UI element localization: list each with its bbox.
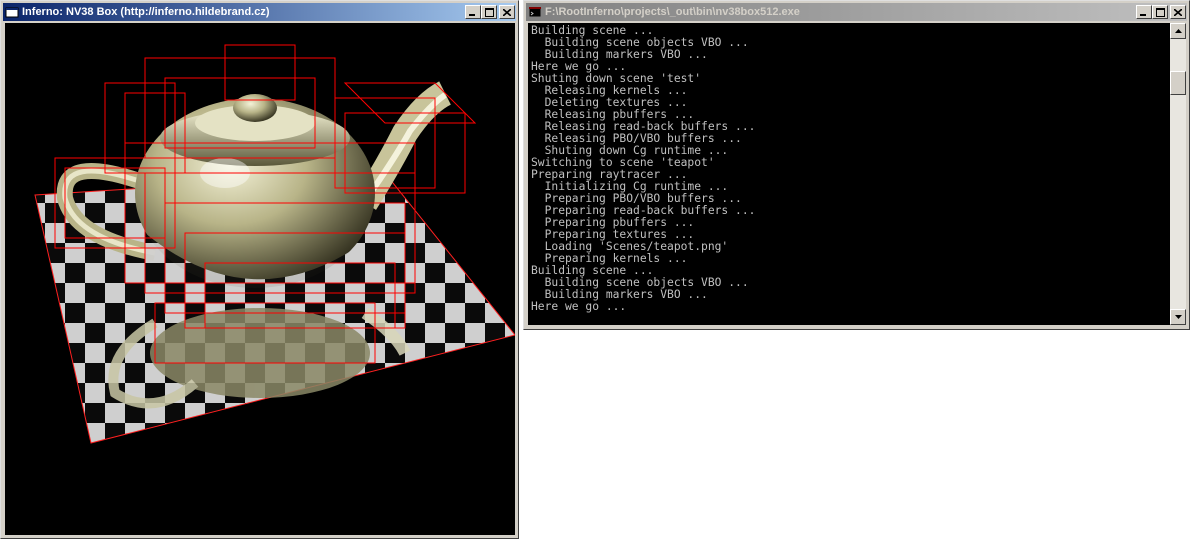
app-icon xyxy=(5,7,19,18)
close-icon xyxy=(503,8,511,16)
maximize-icon xyxy=(484,7,494,17)
console-output[interactable]: Building scene ... Building scene object… xyxy=(528,23,1170,325)
console-window-title: F:\RootInferno\projects\_out\bin\nv38box… xyxy=(545,6,800,18)
render-window[interactable]: Inferno: NV38 Box (http://inferno.hildeb… xyxy=(0,0,519,539)
close-button[interactable] xyxy=(499,5,515,19)
scroll-down-button[interactable] xyxy=(1170,309,1186,325)
raytraced-scene-image xyxy=(34,44,515,444)
maximize-button[interactable] xyxy=(1152,5,1168,19)
console-line: Here we go ... xyxy=(531,300,627,313)
console-icon xyxy=(528,6,542,18)
render-window-title: Inferno: NV38 Box (http://inferno.hildeb… xyxy=(22,6,270,18)
console-text: Building scene ... Building scene object… xyxy=(528,23,1170,313)
maximize-button[interactable] xyxy=(481,5,497,19)
scroll-up-icon xyxy=(1174,29,1182,33)
scroll-up-button[interactable] xyxy=(1170,23,1186,39)
minimize-button[interactable] xyxy=(465,5,481,19)
maximize-icon xyxy=(1155,7,1165,17)
close-button[interactable] xyxy=(1170,5,1186,19)
minimize-icon xyxy=(469,13,475,16)
render-window-titlebar[interactable]: Inferno: NV38 Box (http://inferno.hildeb… xyxy=(3,3,516,21)
close-icon xyxy=(1174,8,1182,16)
scroll-thumb[interactable] xyxy=(1170,71,1186,95)
console-window[interactable]: F:\RootInferno\projects\_out\bin\nv38box… xyxy=(523,0,1190,330)
scroll-down-icon xyxy=(1174,315,1182,319)
render-viewport[interactable] xyxy=(5,23,515,535)
console-window-titlebar[interactable]: F:\RootInferno\projects\_out\bin\nv38box… xyxy=(526,3,1187,21)
vertical-scrollbar[interactable] xyxy=(1170,23,1186,325)
minimize-button[interactable] xyxy=(1136,5,1152,19)
minimize-icon xyxy=(1140,13,1146,16)
